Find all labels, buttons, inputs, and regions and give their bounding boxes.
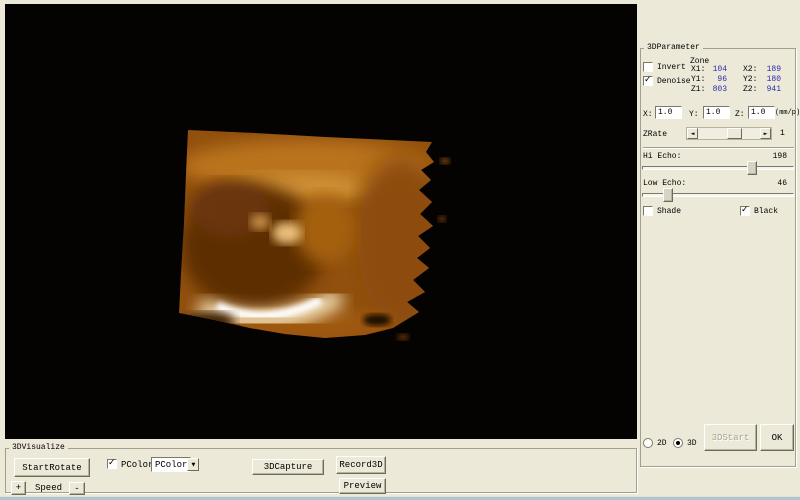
preview-button[interactable]: Preview — [339, 478, 386, 494]
zrate-scrollbar-track[interactable] — [698, 128, 760, 139]
param-groupbox: 3DParameter Invert ✓ Denoise Zone X1: 10… — [640, 48, 796, 467]
mode-3d-radio-circle[interactable] — [673, 438, 683, 448]
window-bottom-edge — [0, 496, 800, 500]
speed-label: Speed — [35, 483, 62, 493]
mode-3d-radio[interactable]: 3D — [673, 438, 697, 448]
mode-2d-radio[interactable]: 2D — [643, 438, 667, 448]
scale-x-label: X: — [643, 110, 653, 119]
zrate-scrollbar-thumb[interactable] — [727, 128, 742, 139]
ultrasound-volume — [5, 4, 637, 439]
scale-z-label: Z: — [735, 110, 745, 119]
scale-x-input[interactable] — [655, 106, 682, 119]
zone-value: 104 — [711, 65, 727, 74]
visualize-groupbox: 3DVisualize StartRotate + Speed - ✓ PCol… — [5, 448, 637, 493]
invert-checkbox[interactable]: Invert — [643, 62, 686, 72]
mode-2d-radio-label: 2D — [657, 439, 667, 448]
zrate-scrollbar[interactable]: ◄ ► — [686, 127, 772, 140]
pcolor-checkbox-box[interactable]: ✓ — [107, 459, 117, 469]
zone-value: 941 — [765, 85, 781, 94]
scale-y-label: Y: — [689, 110, 699, 119]
low-echo-value: 46 — [765, 179, 787, 188]
low-echo-label: Low Echo: — [643, 179, 686, 188]
zone-key: X1: — [691, 65, 705, 74]
zone-key: Y2: — [743, 75, 757, 84]
dropdown-arrow-icon[interactable]: ▼ — [187, 458, 199, 471]
denoise-checkbox[interactable]: ✓ Denoise — [643, 76, 691, 86]
scroll-right-icon[interactable]: ► — [760, 128, 771, 139]
checkmark-icon: ✓ — [741, 205, 749, 215]
hi-echo-value: 198 — [765, 152, 787, 161]
mode-2d-radio-circle[interactable] — [643, 438, 653, 448]
app-window: 3DParameter Invert ✓ Denoise Zone X1: 10… — [0, 0, 800, 500]
pcolor-checkbox[interactable]: ✓ PColor — [107, 459, 153, 470]
hi-echo-slider-thumb[interactable] — [747, 161, 757, 175]
hi-echo-slider-track[interactable] — [642, 166, 794, 170]
invert-checkbox-label: Invert — [657, 63, 686, 72]
record-button[interactable]: Record3D — [336, 456, 386, 474]
mode-3d-radio-label: 3D — [687, 439, 697, 448]
zone-value: 180 — [765, 75, 781, 84]
shade-checkbox-label: Shade — [657, 207, 681, 216]
black-checkbox-label: Black — [754, 207, 778, 216]
zrate-label: ZRate — [643, 130, 667, 139]
zone-key: Y1: — [691, 75, 705, 84]
zone-key: Z1: — [691, 85, 705, 94]
scale-z-input[interactable] — [748, 106, 775, 119]
denoise-checkbox-label: Denoise — [657, 77, 691, 86]
zone-key: Z2: — [743, 85, 757, 94]
zone-key: X2: — [743, 65, 757, 74]
capture-button[interactable]: 3DCapture — [252, 459, 324, 475]
zrate-value: 1 — [780, 129, 785, 138]
pcolor-checkbox-label: PColor — [121, 460, 153, 470]
ok-button[interactable]: OK — [760, 424, 794, 451]
shade-checkbox[interactable]: Shade — [643, 206, 681, 216]
checkmark-icon: ✓ — [644, 75, 652, 85]
invert-checkbox-box[interactable] — [643, 62, 653, 72]
zone-value: 803 — [711, 85, 727, 94]
denoise-checkbox-box[interactable]: ✓ — [643, 76, 653, 86]
black-checkbox[interactable]: ✓ Black — [740, 206, 778, 216]
hi-echo-label: Hi Echo: — [643, 152, 681, 161]
start-rotate-button[interactable]: StartRotate — [14, 458, 90, 477]
visualize-group-title: 3DVisualize — [9, 443, 68, 452]
param-group-title: 3DParameter — [644, 43, 703, 52]
checkmark-icon: ✓ — [108, 458, 116, 468]
zone-value: 96 — [711, 75, 727, 84]
scale-y-input[interactable] — [703, 106, 730, 119]
speed-minus-button[interactable]: - — [69, 482, 85, 495]
low-echo-slider-thumb[interactable] — [663, 188, 673, 202]
pcolor-dropdown-value: PColor — [152, 460, 187, 470]
scroll-left-icon[interactable]: ◄ — [687, 128, 698, 139]
zone-value: 189 — [765, 65, 781, 74]
speed-plus-button[interactable]: + — [11, 481, 26, 495]
render-viewport[interactable] — [5, 4, 637, 439]
black-checkbox-box[interactable]: ✓ — [740, 206, 750, 216]
start3d-button[interactable]: 3DStart — [704, 424, 757, 451]
pcolor-dropdown[interactable]: PColor ▼ — [151, 457, 191, 472]
separator — [643, 147, 794, 149]
scale-unit-label: (mm/p) — [775, 109, 800, 117]
shade-checkbox-box[interactable] — [643, 206, 653, 216]
